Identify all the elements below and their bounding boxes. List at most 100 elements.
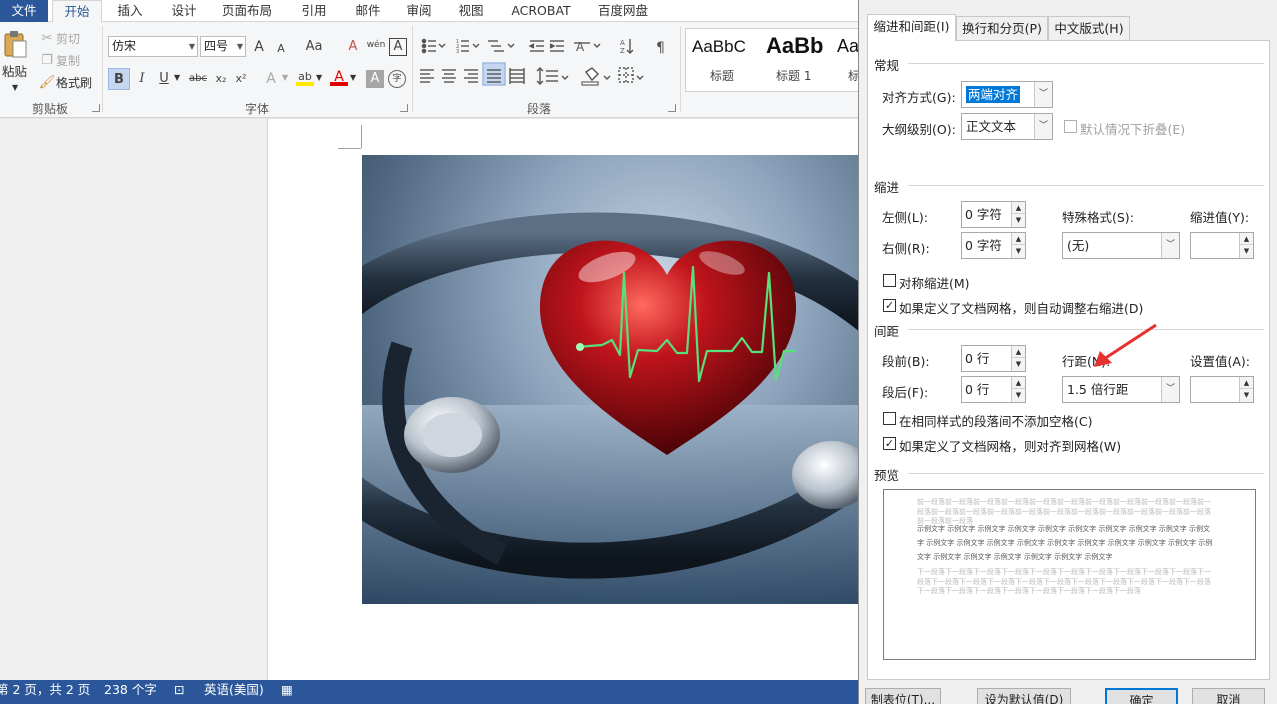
- indent-by-label: 缩进值(Y):: [1190, 210, 1250, 225]
- spacing-at-spinner[interactable]: ▲ ▼: [1190, 376, 1254, 403]
- spin-up-icon[interactable]: ▲: [1240, 233, 1253, 245]
- cut-button[interactable]: 剪切: [56, 29, 80, 49]
- heart-stethoscope-image[interactable]: [362, 155, 858, 604]
- format-painter-button[interactable]: 格式刷: [56, 73, 92, 93]
- spin-down-icon[interactable]: ▼: [1012, 389, 1025, 401]
- language-indicator[interactable]: 英语(美国): [204, 680, 264, 700]
- tab-layout[interactable]: 页面布局: [214, 0, 280, 22]
- word-count[interactable]: 238 个字: [104, 680, 157, 700]
- chevron-down-icon[interactable]: ▼: [174, 68, 180, 88]
- bold-button[interactable]: B: [108, 68, 130, 90]
- spin-down-icon[interactable]: ▼: [1012, 214, 1025, 226]
- section-divider: [908, 63, 1264, 64]
- set-default-button[interactable]: 设为默认值(D): [977, 688, 1071, 704]
- tab-design[interactable]: 设计: [162, 0, 206, 22]
- collapse-default-label: 默认情况下折叠(E): [1080, 122, 1186, 137]
- document-canvas[interactable]: [0, 119, 858, 680]
- tab-view[interactable]: 视图: [449, 0, 493, 22]
- superscript-button[interactable]: x²: [232, 70, 250, 88]
- alignment-dropdown[interactable]: 两端对齐 ﹀: [961, 81, 1053, 108]
- line-spacing-dropdown[interactable]: 1.5 倍行距 ﹀: [1062, 376, 1180, 403]
- grow-font-icon[interactable]: A: [250, 38, 268, 56]
- tab-file[interactable]: 文件: [0, 0, 48, 22]
- chevron-down-icon[interactable]: ▼: [316, 68, 322, 88]
- tab-asian-typography[interactable]: 中文版式(H): [1048, 16, 1130, 40]
- style-name: 标题: [710, 69, 735, 83]
- spacing-at-label: 设置值(A):: [1190, 354, 1251, 369]
- section-divider: [908, 185, 1264, 186]
- no-space-same-style-checkbox[interactable]: [883, 412, 896, 425]
- spin-down-icon[interactable]: ▼: [1012, 358, 1025, 370]
- spin-down-icon[interactable]: ▼: [1012, 245, 1025, 257]
- tab-home[interactable]: 开始: [52, 0, 102, 23]
- italic-button[interactable]: I: [133, 70, 151, 88]
- page-count[interactable]: 第 2 页，共 2 页: [0, 680, 90, 700]
- spin-down-icon[interactable]: ▼: [1240, 245, 1253, 257]
- chevron-down-icon[interactable]: ▼: [282, 68, 288, 88]
- tab-mailings[interactable]: 邮件: [346, 0, 390, 22]
- copy-button[interactable]: 复制: [56, 51, 80, 71]
- spin-up-icon[interactable]: ▲: [1012, 202, 1025, 214]
- font-size-combo[interactable]: 四号 ▼: [200, 36, 246, 57]
- font-name-combo[interactable]: 仿宋 ▼: [108, 36, 198, 57]
- spin-up-icon[interactable]: ▲: [1012, 233, 1025, 245]
- spin-up-icon[interactable]: ▲: [1012, 346, 1025, 358]
- section-divider: [908, 473, 1264, 474]
- character-shading-icon[interactable]: A: [366, 70, 384, 88]
- style-sample: AaBb: [766, 33, 824, 58]
- spacing-before-spinner[interactable]: 0 行 ▲ ▼: [961, 345, 1026, 372]
- enclose-characters-icon[interactable]: 字: [388, 70, 406, 88]
- svg-text:A: A: [576, 40, 585, 54]
- clipboard-icon: [4, 31, 27, 58]
- cancel-button[interactable]: 取消: [1192, 688, 1265, 704]
- highlight-icon[interactable]: ab: [296, 68, 314, 86]
- shrink-font-icon[interactable]: A: [272, 40, 290, 58]
- clipboard-launcher-icon[interactable]: [92, 104, 100, 112]
- macro-record-icon[interactable]: ▦: [281, 680, 293, 700]
- tabs-button[interactable]: 制表位(T)...: [865, 688, 941, 704]
- style-sample: Aa: [837, 36, 860, 56]
- text-effects-icon[interactable]: A: [262, 70, 280, 88]
- indent-by-spinner[interactable]: ▲ ▼: [1190, 232, 1254, 259]
- tab-acrobat[interactable]: ACROBAT: [503, 0, 579, 22]
- paste-dropdown-icon[interactable]: ▼: [12, 78, 18, 98]
- tab-indents-spacing[interactable]: 缩进和间距(I): [867, 14, 956, 41]
- collapse-default-checkbox[interactable]: [1064, 120, 1077, 133]
- spin-up-icon[interactable]: ▲: [1240, 377, 1253, 389]
- clear-formatting-icon[interactable]: A: [344, 38, 362, 56]
- chevron-down-icon: ﹀: [1161, 377, 1179, 402]
- tab-baidu-netdisk[interactable]: 百度网盘: [590, 0, 656, 22]
- tab-line-page-breaks[interactable]: 换行和分页(P): [956, 16, 1048, 40]
- spacing-after-spinner[interactable]: 0 行 ▲ ▼: [961, 376, 1026, 403]
- spin-down-icon[interactable]: ▼: [1240, 389, 1253, 401]
- mirror-indents-checkbox[interactable]: [883, 274, 896, 287]
- indent-left-value: 0 字符: [965, 207, 1002, 222]
- proofing-icon[interactable]: ⊡: [174, 680, 184, 700]
- outline-level-dropdown[interactable]: 正文文本 ﹀: [961, 113, 1053, 140]
- spin-up-icon[interactable]: ▲: [1012, 377, 1025, 389]
- section-indent-title: 缩进: [874, 180, 900, 195]
- preview-next-paragraph: 下一段落下一段落下一段落下一段落下一段落下一段落下一段落下一段落下一段落下一段落…: [917, 568, 1211, 595]
- special-indent-dropdown[interactable]: (无) ﹀: [1062, 232, 1180, 259]
- strikethrough-button[interactable]: abc: [186, 70, 210, 88]
- snap-to-grid-checkbox[interactable]: ✓: [883, 437, 896, 450]
- auto-adjust-indent-checkbox[interactable]: ✓: [883, 299, 896, 312]
- character-border-icon[interactable]: A: [389, 38, 407, 56]
- paragraph-launcher-icon[interactable]: [668, 104, 676, 112]
- subscript-button[interactable]: x₂: [212, 70, 230, 88]
- chevron-down-icon[interactable]: ▼: [350, 68, 356, 88]
- no-space-same-style-label: 在相同样式的段落间不添加空格(C): [899, 414, 1093, 429]
- paste-button[interactable]: 粘贴 ▼: [2, 30, 28, 92]
- indent-right-spinner[interactable]: 0 字符 ▲ ▼: [961, 232, 1026, 259]
- copy-icon: ❐: [41, 53, 53, 68]
- tab-insert[interactable]: 插入: [108, 0, 152, 22]
- font-launcher-icon[interactable]: [400, 104, 408, 112]
- font-color-icon[interactable]: A: [330, 68, 348, 86]
- tab-references[interactable]: 引用: [292, 0, 336, 22]
- change-case-icon[interactable]: Aa: [302, 38, 326, 56]
- tab-review[interactable]: 审阅: [397, 0, 441, 22]
- phonetic-guide-icon[interactable]: wén: [366, 36, 386, 54]
- ok-button[interactable]: 确定: [1105, 688, 1178, 704]
- underline-button[interactable]: U: [155, 70, 173, 88]
- indent-left-spinner[interactable]: 0 字符 ▲ ▼: [961, 201, 1026, 228]
